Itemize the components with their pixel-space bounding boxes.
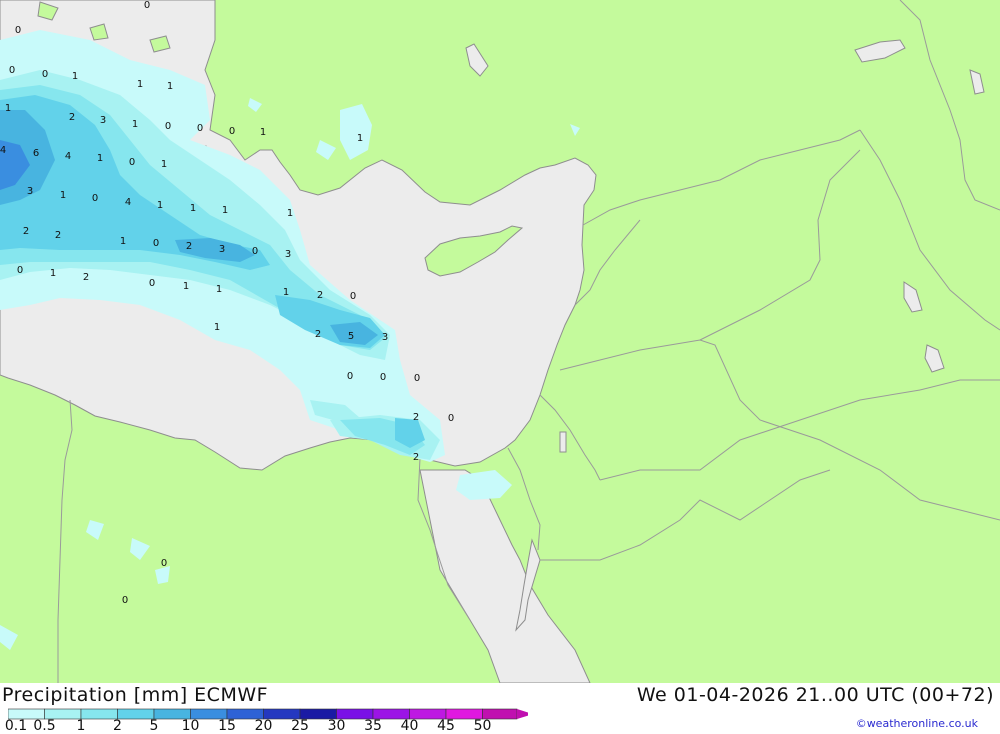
- precip-value: 0: [149, 278, 155, 289]
- precip-value: 0: [122, 595, 128, 606]
- precip-value: 1: [161, 159, 167, 170]
- color-scale-label: 0.5: [33, 718, 56, 734]
- precip-value: 2: [317, 290, 323, 301]
- precip-value: 0: [350, 291, 356, 302]
- color-scale-label: 5: [149, 718, 159, 734]
- precip-value: 1: [287, 208, 293, 219]
- precip-value: 0: [448, 413, 454, 424]
- precip-value: 0: [153, 238, 159, 249]
- precip-value: 4: [125, 197, 131, 208]
- precip-value: 0: [17, 265, 23, 276]
- precip-value: 0: [144, 0, 150, 11]
- precip-value: 2: [83, 272, 89, 283]
- precip-value: 1: [60, 190, 66, 201]
- precip-value: 2: [186, 241, 192, 252]
- precip-value: 2: [55, 230, 61, 241]
- precip-value: 5: [348, 331, 354, 342]
- precip-value: 0: [161, 558, 167, 569]
- color-scale-label: 10: [181, 718, 200, 734]
- precip-value: 1: [157, 200, 163, 211]
- legend-title: Precipitation [mm] ECMWF: [2, 684, 269, 706]
- precip-value: 4: [65, 151, 71, 162]
- precip-value: 0: [129, 157, 135, 168]
- precip-value: 1: [132, 119, 138, 130]
- dead-sea: [559, 431, 567, 453]
- color-scale-label: 40: [400, 718, 419, 734]
- precip-value: 1: [72, 71, 78, 82]
- precip-value: 6: [33, 148, 39, 159]
- precip-value: 2: [413, 412, 419, 423]
- precip-value: 1: [50, 268, 56, 279]
- precip-value: 1: [216, 284, 222, 295]
- precip-value: 2: [69, 112, 75, 123]
- precip-value: 1: [260, 127, 266, 138]
- color-scale-label: 25: [291, 718, 309, 734]
- precip-value: 2: [23, 226, 29, 237]
- precip-value: 0: [414, 373, 420, 384]
- precip-value: 3: [27, 186, 33, 197]
- precip-value: 2: [413, 452, 419, 463]
- precip-value: 0: [347, 371, 353, 382]
- precip-value: 0: [92, 193, 98, 204]
- precip-value: 1: [222, 205, 228, 216]
- precip-value: 1: [283, 287, 289, 298]
- precip-value: 0: [252, 246, 258, 257]
- color-scale-label: 45: [437, 718, 455, 734]
- precip-value: 2: [315, 329, 321, 340]
- color-scale-label: 20: [254, 718, 273, 734]
- precip-value: 0: [380, 372, 386, 383]
- color-scale-label: 2: [113, 718, 122, 734]
- precip-value: 0: [197, 123, 203, 134]
- precip-value: 0: [42, 69, 48, 80]
- precip-value: 3: [285, 249, 291, 260]
- color-scale-label: 15: [218, 718, 236, 734]
- precip-value: 3: [100, 115, 106, 126]
- color-scale-segment: [117, 708, 155, 720]
- precip-value: 0: [229, 126, 235, 137]
- color-scale-label: 35: [364, 718, 382, 734]
- color-scale-label: 50: [473, 718, 492, 734]
- precip-value: 0: [15, 25, 21, 36]
- color-scale-label: 1: [76, 718, 86, 734]
- precip-value: 3: [219, 244, 225, 255]
- precip-value: 1: [167, 81, 173, 92]
- forecast-datetime: We 01-04-2026 21..00 UTC (00+72): [636, 684, 994, 706]
- precip-value: 1: [97, 153, 103, 164]
- precip-value: 0: [9, 65, 15, 76]
- color-scale-arrow: [517, 709, 528, 719]
- precipitation-map: 0 0 0 1 0 1 1 1 2 3 1 0 0 0 1 1 4 6 4 1 …: [0, 0, 1000, 683]
- precip-value: 1: [214, 322, 220, 333]
- precip-value: 0: [165, 121, 171, 132]
- precip-value: 3: [382, 332, 388, 343]
- credit-link[interactable]: ©weatheronline.co.uk: [856, 717, 978, 730]
- precip-value: 1: [357, 133, 363, 144]
- precip-value: 1: [5, 103, 11, 114]
- color-scale-label: 30: [327, 718, 346, 734]
- precip-value: 1: [120, 236, 126, 247]
- color-scale-segment: [80, 708, 118, 720]
- precip-value: 4: [0, 145, 6, 156]
- color-scale-label: 0.1: [4, 718, 28, 734]
- precip-value: 1: [183, 281, 189, 292]
- precip-value: 1: [137, 79, 143, 90]
- precip-value: 1: [190, 203, 196, 214]
